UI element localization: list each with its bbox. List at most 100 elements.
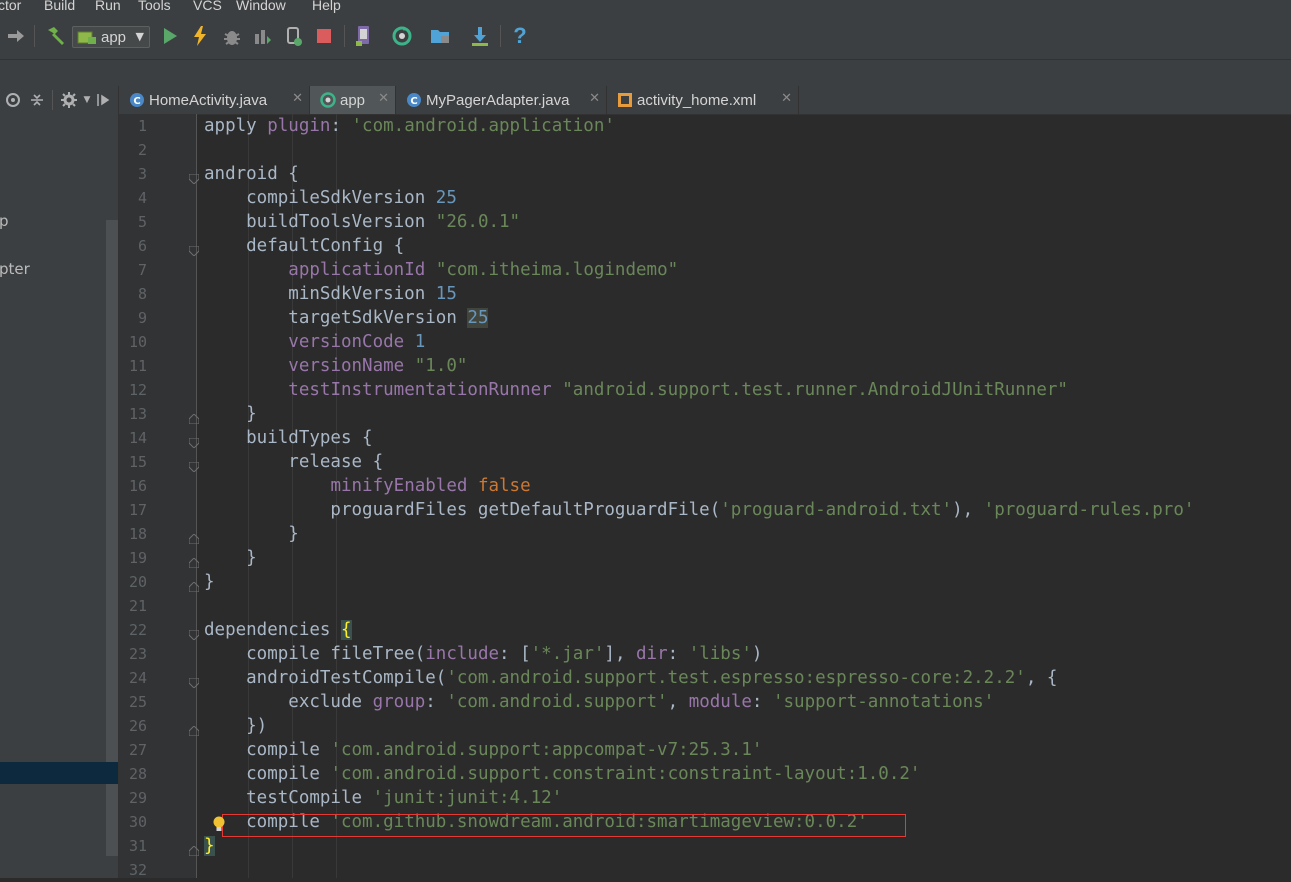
code-token: 'com.android.application' [351, 116, 615, 136]
fold-end-icon[interactable] [188, 721, 200, 737]
close-icon[interactable]: ✕ [378, 91, 389, 106]
code-line[interactable]: }) [204, 714, 267, 738]
fold-end-icon[interactable] [188, 529, 200, 545]
code-line[interactable]: exclude group: 'com.android.support', mo… [204, 690, 994, 714]
menu-bar: ctor Build Run Tools VCS Window Help [0, 0, 1291, 15]
code-line[interactable]: minSdkVersion 15 [204, 282, 457, 306]
android-module-icon [77, 31, 96, 44]
code-token: 'support-annotations' [772, 692, 995, 712]
menu-item[interactable]: Tools [138, 0, 171, 13]
collapse-all-icon[interactable] [28, 90, 46, 110]
code-token: 'com.android.support.test.espresso:espre… [446, 668, 1026, 688]
fold-expand-icon[interactable] [188, 457, 200, 473]
stop-icon[interactable] [312, 24, 336, 48]
code-token: 'proguard-rules.pro' [983, 500, 1195, 520]
code-token: versionName [288, 356, 405, 376]
menu-item[interactable]: Help [312, 0, 341, 13]
line-number: 26 [128, 717, 147, 735]
fold-end-icon[interactable] [188, 841, 200, 857]
lightbulb-icon[interactable] [212, 816, 226, 834]
java-class-icon: C [119, 92, 145, 108]
profile-icon[interactable] [250, 24, 274, 48]
tab-activity-home-xml[interactable]: activity_home.xml ✕ [607, 86, 799, 114]
code-line[interactable]: targetSdkVersion 25 [204, 306, 489, 330]
project-panel-scrollbar[interactable] [106, 220, 118, 856]
code-line[interactable]: compile fileTree(include: ['*.jar'], dir… [204, 642, 762, 666]
line-number: 7 [137, 261, 147, 279]
menu-item[interactable]: Run [95, 0, 121, 13]
line-number: 4 [137, 189, 147, 207]
code-editor[interactable]: apply plugin: 'com.android.application' a… [204, 114, 1291, 878]
code-token: , [667, 692, 689, 712]
code-line[interactable]: } [204, 402, 257, 426]
code-line[interactable]: } [204, 834, 215, 858]
fold-expand-icon[interactable] [188, 673, 200, 689]
code-line[interactable]: compile 'com.android.support:appcompat-v… [204, 738, 762, 762]
hide-panel-icon[interactable] [94, 90, 112, 110]
code-line[interactable]: testCompile 'junit:junit:4.12' [204, 786, 562, 810]
code-line[interactable]: android { [204, 162, 299, 186]
run-icon[interactable] [158, 24, 182, 48]
help-icon[interactable]: ? [508, 23, 532, 48]
code-line[interactable]: applicationId "com.itheima.logindemo" [204, 258, 678, 282]
tab-app[interactable]: app ✕ [310, 86, 396, 114]
tab-homeactivity-java[interactable]: C HomeActivity.java ✕ [119, 86, 310, 114]
menu-item[interactable]: Build [44, 0, 75, 13]
code-line[interactable]: dependencies { [204, 618, 352, 642]
code-line[interactable]: testInstrumentationRunner "android.suppo… [204, 378, 1068, 402]
code-token: "android.support.test.runner.AndroidJUni… [562, 380, 1068, 400]
line-number: 6 [137, 237, 147, 255]
code-line[interactable]: } [204, 570, 215, 594]
code-line[interactable]: } [204, 546, 257, 570]
code-token: "26.0.1" [435, 212, 521, 232]
apply-changes-icon[interactable] [188, 24, 212, 48]
project-structure-icon[interactable] [428, 24, 452, 48]
line-number: 9 [137, 309, 147, 327]
code-line[interactable]: apply plugin: 'com.android.application' [204, 114, 615, 138]
menu-item[interactable]: ctor [0, 0, 21, 13]
code-line[interactable]: androidTestCompile('com.android.support.… [204, 666, 1057, 690]
code-line[interactable]: } [204, 522, 299, 546]
sync-gradle-icon[interactable] [390, 24, 414, 48]
code-line[interactable]: versionName "1.0" [204, 354, 467, 378]
code-token: } [204, 836, 215, 856]
tree-item-fragment[interactable]: p [0, 212, 9, 230]
locate-icon[interactable] [4, 90, 22, 110]
tree-item-selected[interactable] [0, 762, 118, 784]
menu-item[interactable]: Window [236, 0, 286, 13]
code-token: false [477, 476, 531, 496]
code-line[interactable]: buildToolsVersion "26.0.1" [204, 210, 520, 234]
fold-end-icon[interactable] [188, 577, 200, 593]
tab-mypageradapter-java[interactable]: C MyPagerAdapter.java ✕ [396, 86, 607, 114]
code-line[interactable]: buildTypes { [204, 426, 372, 450]
fold-expand-icon[interactable] [188, 241, 200, 257]
tree-item-fragment[interactable]: pter [0, 260, 30, 278]
gear-icon[interactable] [60, 90, 78, 110]
code-line[interactable]: compile 'com.android.support.constraint:… [204, 762, 920, 786]
code-line[interactable]: defaultConfig { [204, 234, 404, 258]
debug-icon[interactable] [220, 24, 244, 48]
fold-expand-icon[interactable] [188, 625, 200, 641]
back-arrow-icon[interactable] [4, 24, 28, 48]
close-icon[interactable]: ✕ [292, 91, 303, 106]
code-line[interactable]: release { [204, 450, 383, 474]
code-line[interactable]: versionCode 1 [204, 330, 425, 354]
close-icon[interactable]: ✕ [781, 91, 792, 106]
close-icon[interactable]: ✕ [589, 91, 600, 106]
code-line[interactable]: minifyEnabled false [204, 474, 531, 498]
attach-debugger-icon[interactable] [282, 24, 306, 48]
svg-text:C: C [410, 96, 417, 107]
fold-end-icon[interactable] [188, 553, 200, 569]
code-line[interactable]: proguardFiles getDefaultProguardFile('pr… [204, 498, 1194, 522]
fold-end-icon[interactable] [188, 409, 200, 425]
run-config-dropdown[interactable]: app ▼ [72, 26, 150, 48]
fold-expand-icon[interactable] [188, 433, 200, 449]
menu-item[interactable]: VCS [193, 0, 222, 13]
code-line[interactable]: compileSdkVersion 25 [204, 186, 457, 210]
make-project-icon[interactable] [44, 24, 68, 48]
fold-expand-icon[interactable] [188, 169, 200, 185]
sdk-manager-icon[interactable] [468, 24, 492, 48]
avd-manager-icon[interactable] [352, 24, 376, 48]
